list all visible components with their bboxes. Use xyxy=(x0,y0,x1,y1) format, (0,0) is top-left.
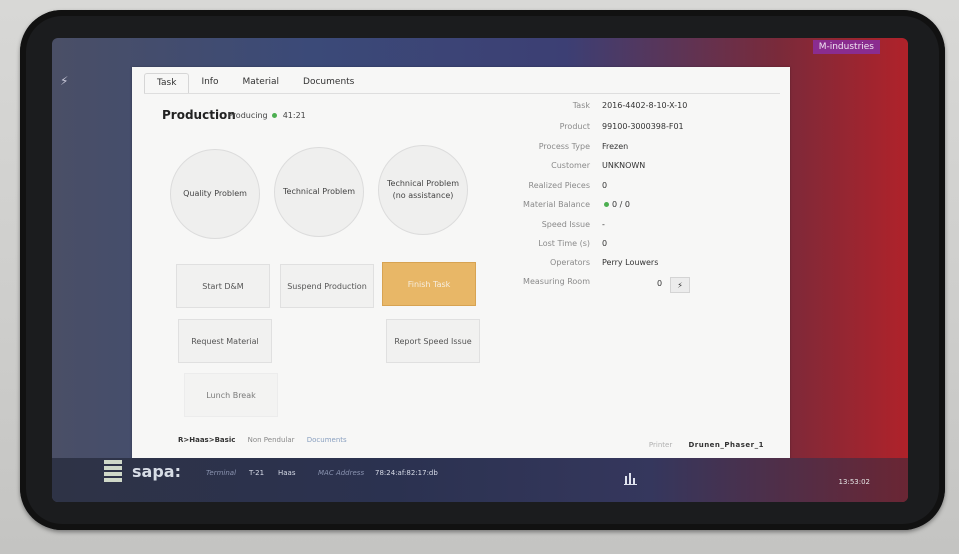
terminal-value: T-21 xyxy=(249,469,265,477)
finish-task-button[interactable]: Finish Task xyxy=(382,262,476,306)
production-status: Producing 41:21 xyxy=(228,111,306,120)
tab-task[interactable]: Task xyxy=(144,73,190,94)
status-footer: R>Haas>Basic Non Pendular Documents xyxy=(178,436,357,444)
speed-issue-value: - xyxy=(602,220,605,229)
customer-value: UNKNOWN xyxy=(602,161,646,170)
product-label: Product xyxy=(559,122,590,131)
mac-address-label: MAC Address xyxy=(318,469,365,477)
machine-value: Haas xyxy=(278,469,296,477)
tab-documents[interactable]: Documents xyxy=(291,73,366,93)
tab-material[interactable]: Material xyxy=(230,73,291,93)
material-status-dot-icon xyxy=(604,202,609,207)
sapa-logo-text: sapa: xyxy=(132,462,181,481)
tab-bar: Task Info Material Documents xyxy=(144,73,366,94)
lightning-icon[interactable]: ⚡ xyxy=(60,74,68,88)
elapsed-time: 41:21 xyxy=(282,111,306,120)
task-label: Task xyxy=(572,101,590,110)
process-type-label: Process Type xyxy=(538,142,590,151)
no-assistance-label: (no assistance) xyxy=(392,191,454,200)
lost-time-label: Lost Time (s) xyxy=(538,239,590,248)
technical-problem-label: Technical Problem xyxy=(387,179,459,188)
measuring-room-button[interactable]: ⚡ xyxy=(670,277,690,293)
status-dot-icon xyxy=(272,113,278,118)
lightning-icon: ⚡ xyxy=(677,280,683,290)
brand-badge: M-industries xyxy=(812,40,880,54)
material-balance-value: 0 / 0 xyxy=(602,200,630,209)
speed-issue-label: Speed Issue xyxy=(541,220,590,229)
lunch-break-button[interactable]: Lunch Break xyxy=(184,373,278,417)
lost-time-value: 0 xyxy=(602,239,608,248)
route-path: R>Haas>Basic xyxy=(178,436,236,444)
screen: ⚡ M-industries Task Info Material Docume… xyxy=(52,38,908,502)
operators-value: Perry Louwers xyxy=(602,258,659,267)
quality-problem-label: Quality Problem xyxy=(183,189,247,198)
start-dm-button[interactable]: Start D&M xyxy=(176,264,270,308)
measuring-room-label: Measuring Room xyxy=(523,277,590,286)
product-value: 99100-3000398-F01 xyxy=(602,122,684,131)
customer-label: Customer xyxy=(551,161,590,170)
technical-problem-no-assistance-button[interactable]: Technical Problem (no assistance) xyxy=(378,145,468,235)
quality-problem-button[interactable]: Quality Problem xyxy=(170,149,260,239)
tab-divider xyxy=(144,93,780,94)
printer-label: Printer xyxy=(648,441,673,449)
printer-value[interactable]: Drunen_Phaser_1 xyxy=(688,441,764,449)
tab-info[interactable]: Info xyxy=(189,73,230,93)
technical-problem-label: Technical Problem xyxy=(283,187,355,196)
production-title: Production xyxy=(162,108,236,122)
documents-link[interactable]: Documents xyxy=(307,436,347,444)
task-value: 2016-4402-8-10-X-10 xyxy=(602,101,688,110)
sapa-logo-icon xyxy=(104,460,122,484)
request-material-button[interactable]: Request Material xyxy=(178,319,272,363)
terminal-label: Terminal xyxy=(206,469,237,477)
report-speed-issue-button[interactable]: Report Speed Issue xyxy=(386,319,480,363)
status-text: Producing xyxy=(228,111,268,120)
main-panel: Task Info Material Documents Production … xyxy=(132,67,790,459)
technical-problem-button[interactable]: Technical Problem xyxy=(274,147,364,237)
measuring-room-value: 0 xyxy=(657,279,663,288)
suspend-production-button[interactable]: Suspend Production xyxy=(280,264,374,308)
clock: 13:53:02 xyxy=(838,478,870,486)
printer-info: Printer Drunen_Phaser_1 xyxy=(649,441,764,449)
bar-chart-icon[interactable] xyxy=(624,470,638,489)
process-type-value: Frezen xyxy=(602,142,629,151)
operators-label: Operators xyxy=(550,258,590,267)
mac-address-value: 78:24:af:82:17:db xyxy=(375,469,438,477)
realized-pieces-label: Realized Pieces xyxy=(528,181,591,190)
material-balance-label: Material Balance xyxy=(523,200,590,209)
material-balance-text: 0 / 0 xyxy=(612,200,630,209)
mode-text: Non Pendular xyxy=(247,436,295,444)
realized-pieces-value: 0 xyxy=(602,181,608,190)
